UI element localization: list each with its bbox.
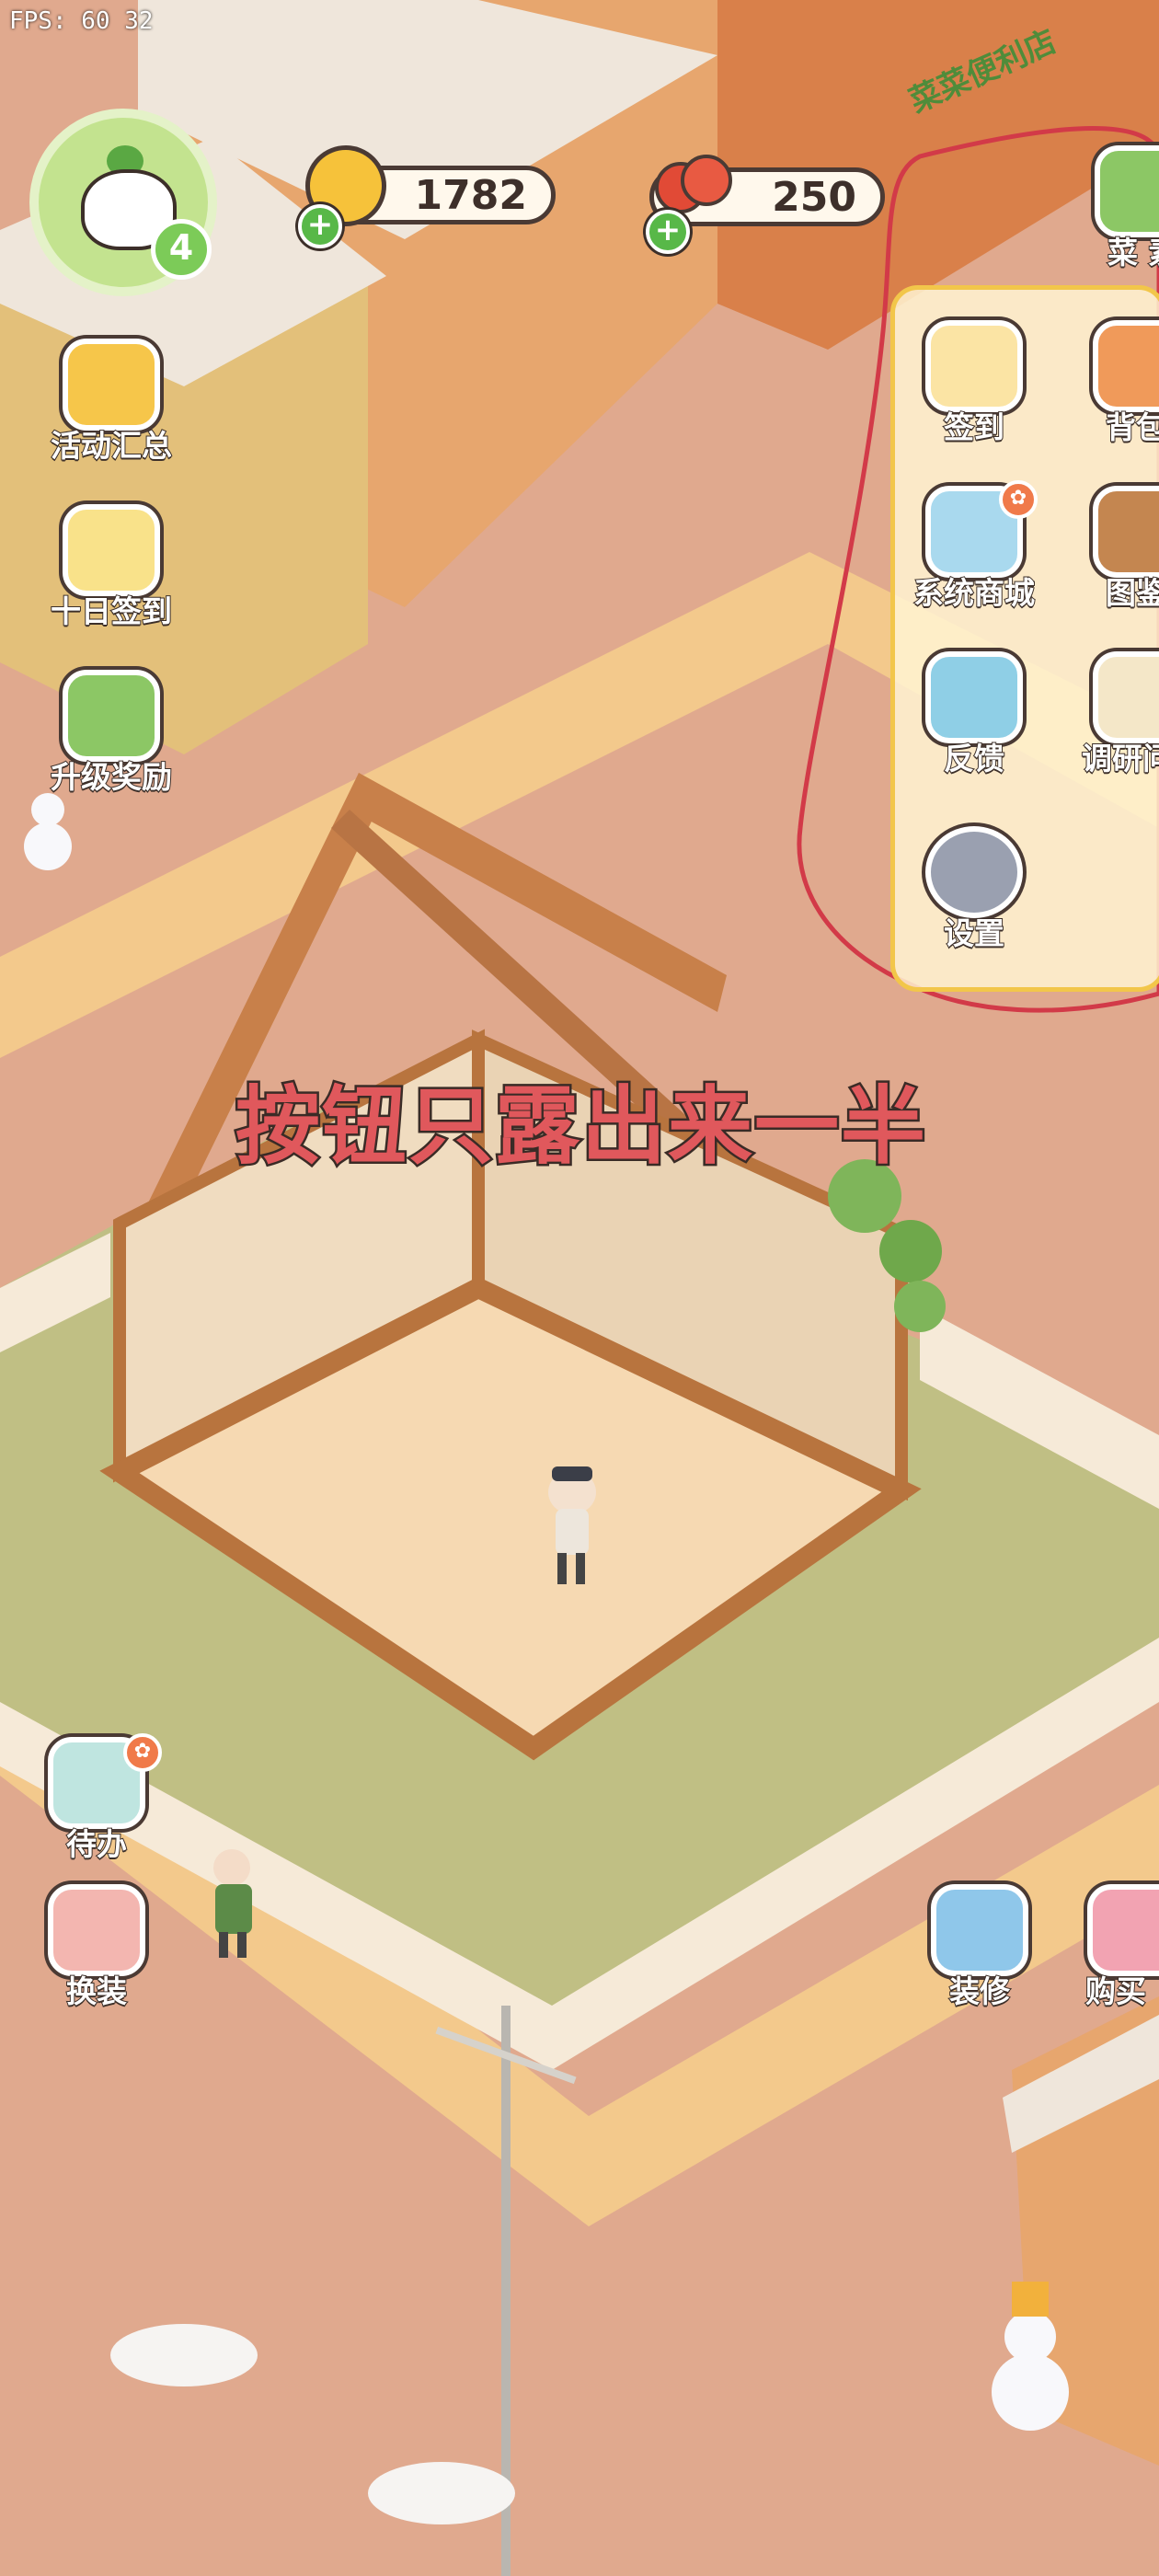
system-shop-button[interactable]: ✿ 系统商城 [905, 478, 1043, 616]
coin-counter: 1782 + [298, 145, 556, 248]
gear-icon [925, 826, 1023, 918]
gift-calendar-icon [63, 504, 160, 596]
feedback-button[interactable]: 反馈 [905, 644, 1043, 782]
annotation-text: 按钮只露出来一半 [233, 1075, 928, 1179]
calendar-icon [925, 320, 1023, 412]
bug-icon [925, 651, 1023, 743]
clipped-top-right-button[interactable]: 菜 素 [1074, 138, 1159, 276]
backpack-icon [1093, 320, 1159, 412]
decorate-label: 装修 [948, 1972, 1011, 2010]
settings-label: 设置 [943, 914, 1005, 952]
add-berries-button[interactable]: + [646, 210, 690, 254]
feedback-label: 反馈 [943, 740, 1005, 777]
system-shop-label: 系统商城 [912, 574, 1036, 612]
level-up-reward-label: 升级奖励 [50, 758, 173, 796]
signin-button[interactable]: 签到 [905, 313, 1043, 451]
level-up-reward-button[interactable]: 升级奖励 [42, 662, 180, 800]
buy-icon [1087, 1884, 1159, 1976]
dress-up-button[interactable]: 换装 [28, 1877, 166, 2015]
event-summary-label: 活动汇总 [50, 427, 173, 465]
collection-book-label: 图鉴 [1105, 574, 1159, 612]
fps-counter: FPS: 60 32 [9, 7, 154, 35]
tree-upgrade-icon [63, 670, 160, 762]
backpack-button[interactable]: 背包 [1073, 313, 1159, 451]
player-level-badge: 4 [151, 219, 212, 280]
decorate-icon [931, 1884, 1028, 1976]
event-summary-button[interactable]: 活动汇总 [42, 331, 180, 469]
buy-label: 购买 [1084, 1972, 1147, 2010]
ten-day-signin-label: 十日签到 [50, 592, 173, 630]
todo-label: 待办 [65, 1825, 128, 1863]
berry-icon [655, 144, 732, 219]
backpack-label: 背包 [1105, 408, 1159, 446]
collection-book-button[interactable]: 图鉴 [1073, 478, 1159, 616]
survey-icon [1093, 651, 1159, 743]
dress-up-icon [48, 1884, 145, 1976]
signin-label: 签到 [943, 408, 1005, 446]
crown-icon [63, 339, 160, 431]
player-avatar[interactable]: 4 [29, 109, 217, 296]
add-coins-button[interactable]: + [298, 204, 342, 248]
shop-new-badge: ✿ [999, 480, 1038, 519]
settings-button[interactable]: 设置 [905, 819, 1043, 957]
survey-button[interactable]: 调研问 [1073, 644, 1159, 782]
dress-up-label: 换装 [65, 1972, 128, 2010]
decorate-button[interactable]: 装修 [911, 1877, 1049, 2015]
book-icon [1093, 486, 1159, 578]
clipped-shop-icon [1095, 145, 1159, 237]
ten-day-signin-button[interactable]: 十日签到 [42, 497, 180, 635]
buy-button[interactable]: 购买 [1067, 1877, 1159, 2015]
todo-button[interactable]: ✿ 待办 [28, 1730, 166, 1868]
clipped-top-right-label: 菜 素 [1107, 234, 1159, 271]
berry-counter: 250 + [646, 155, 885, 254]
survey-label: 调研问 [1081, 740, 1159, 777]
todo-badge: ✿ [123, 1733, 162, 1772]
